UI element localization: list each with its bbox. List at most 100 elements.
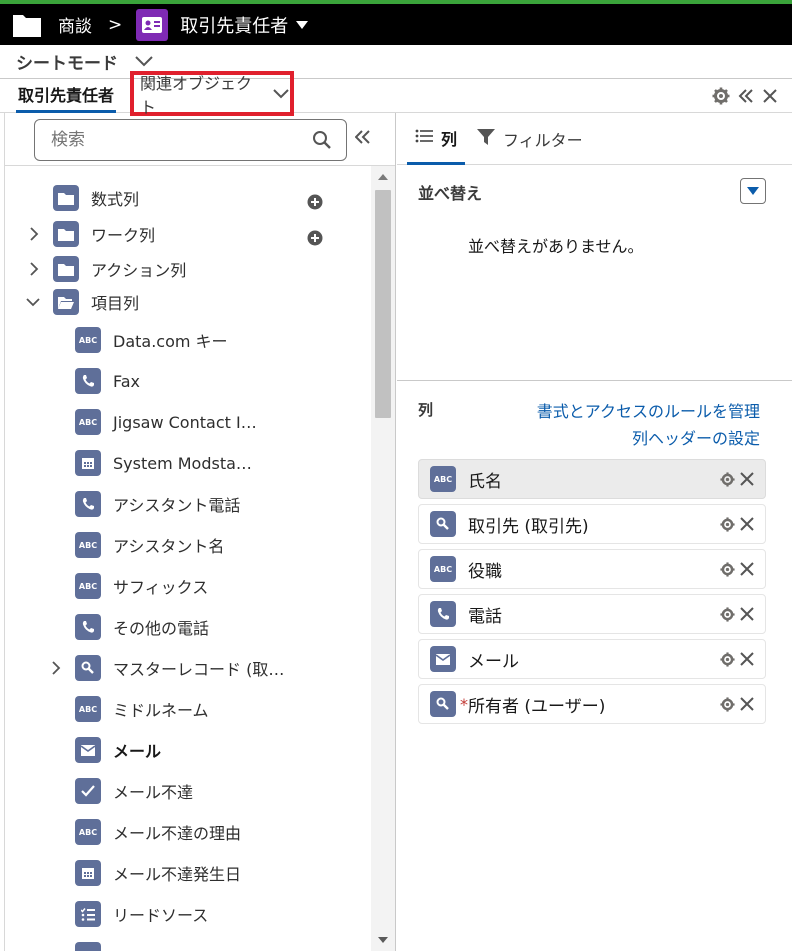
- field-label: メール不達: [113, 783, 194, 802]
- panel-tools: [712, 87, 778, 109]
- chevron-right-icon[interactable]: [27, 262, 41, 276]
- object-tabs: 取引先責任者 関連オブジェクト: [0, 71, 792, 117]
- column-label: 電話: [468, 606, 502, 627]
- phone-icon: [430, 601, 456, 627]
- column-header-settings-link[interactable]: 列ヘッダーの設定: [632, 425, 760, 449]
- gear-icon[interactable]: [720, 517, 735, 536]
- chevron-down-icon: [272, 84, 290, 103]
- tree-field-row[interactable]: ABC Data.com キー: [75, 322, 228, 358]
- tree-field-row[interactable]: ABC Jigsaw Contact I…: [75, 404, 257, 440]
- tree-field-row[interactable]: System Modsta…: [75, 445, 252, 481]
- collapse-panel-icon[interactable]: [354, 129, 371, 148]
- double-chevron-left-icon[interactable]: [738, 88, 754, 108]
- gear-icon[interactable]: [720, 697, 735, 716]
- tree-field-row[interactable]: アシスタント電話: [75, 486, 240, 522]
- column-item[interactable]: 電話: [418, 594, 766, 634]
- column-item[interactable]: ABC 氏名: [418, 459, 766, 499]
- close-icon[interactable]: [739, 651, 755, 671]
- lookup-icon: [430, 511, 456, 537]
- close-icon[interactable]: [739, 471, 755, 491]
- tree-field-row[interactable]: Fax: [75, 363, 140, 399]
- tree-field-row[interactable]: ABC サフィックス: [75, 568, 208, 604]
- close-icon[interactable]: [762, 88, 778, 108]
- close-icon[interactable]: [739, 696, 755, 716]
- abc-icon: ABC: [75, 819, 101, 845]
- tree-scrollbar[interactable]: [371, 166, 395, 951]
- scroll-up-icon[interactable]: [378, 174, 388, 180]
- gear-icon[interactable]: [720, 472, 735, 491]
- tree-group-work[interactable]: ワーク列: [53, 216, 155, 252]
- gear-icon[interactable]: [720, 562, 735, 581]
- picklist-icon: [75, 901, 101, 927]
- tree-group-label: アクション列: [91, 261, 187, 280]
- phone-icon: [75, 368, 101, 394]
- folder-icon: [53, 256, 79, 282]
- scroll-down-icon[interactable]: [378, 937, 388, 943]
- tree-group-fields[interactable]: 項目列: [53, 284, 139, 320]
- column-item[interactable]: * 所有者 (ユーザー): [418, 684, 766, 724]
- tree-field-row[interactable]: ABC ミドルネーム: [75, 691, 209, 727]
- field-tree: 数式列 ワーク列 アクション列 項目列 ABC Data.com キー Fax …: [5, 166, 371, 951]
- add-icon[interactable]: [307, 194, 323, 214]
- tab-columns[interactable]: 列: [407, 113, 466, 165]
- tree-field-row[interactable]: ABC アシスタント名: [75, 527, 224, 563]
- field-label: メール不達の理由: [113, 824, 242, 843]
- field-label: Fax: [113, 371, 141, 391]
- tab-related-objects[interactable]: 関連オブジェクト: [130, 71, 294, 117]
- tree-field-row[interactable]: その他の電話: [75, 609, 209, 645]
- filter-icon: [477, 128, 495, 150]
- sort-title: 並べ替え: [418, 184, 483, 203]
- settings-tabs: 列 フィルター: [397, 113, 792, 165]
- column-item[interactable]: ABC 役職: [418, 549, 766, 589]
- calendar-icon: [75, 860, 101, 886]
- email-icon: [430, 646, 456, 672]
- search-input[interactable]: [51, 130, 291, 150]
- gear-icon[interactable]: [712, 87, 730, 109]
- object-title[interactable]: 取引先責任者: [180, 12, 288, 38]
- breadcrumb[interactable]: 商談: [58, 12, 92, 37]
- sheet-mode-bar: シートモード: [0, 45, 792, 79]
- lookup-icon: [75, 655, 101, 681]
- tree-field-row[interactable]: ABC メール不達の理由: [75, 814, 241, 850]
- tree-field-row[interactable]: マスターレコード (取…: [75, 650, 284, 686]
- gear-icon[interactable]: [720, 607, 735, 626]
- column-item[interactable]: 取引先 (取引先): [418, 504, 766, 544]
- breadcrumb-separator: >: [108, 14, 123, 35]
- chevron-down-icon[interactable]: [26, 295, 40, 309]
- tree-group-formula[interactable]: 数式列: [53, 180, 139, 216]
- sort-dropdown-button[interactable]: [740, 178, 766, 204]
- scroll-thumb[interactable]: [375, 190, 391, 418]
- chevron-down-icon[interactable]: [134, 52, 154, 71]
- tree-group-action[interactable]: アクション列: [53, 251, 186, 287]
- field-label: メール: [113, 742, 162, 761]
- add-icon[interactable]: [307, 230, 323, 250]
- field-label: サフィックス: [113, 578, 209, 597]
- abc-icon: ABC: [75, 327, 101, 353]
- tab-contact[interactable]: 取引先責任者: [16, 79, 117, 113]
- tab-filter[interactable]: フィルター: [477, 113, 583, 165]
- column-item[interactable]: メール: [418, 639, 766, 679]
- search-icon[interactable]: [312, 130, 332, 154]
- tree-field-row[interactable]: メール: [75, 732, 161, 768]
- manage-rules-link[interactable]: 書式とアクセスのルールを管理: [537, 398, 760, 422]
- close-icon[interactable]: [739, 606, 755, 626]
- lookup-icon: [430, 691, 456, 717]
- caret-down-icon[interactable]: [296, 20, 309, 29]
- abc-icon: ABC: [430, 466, 456, 492]
- tree-field-row[interactable]: メール不達: [75, 773, 193, 809]
- tree-field-row[interactable]: リードソース: [75, 896, 208, 932]
- gear-icon[interactable]: [720, 652, 735, 671]
- chevron-right-icon[interactable]: [49, 661, 63, 675]
- field-label: リードソース: [113, 906, 209, 925]
- folder-icon: [53, 221, 79, 247]
- tree-field-row[interactable]: メール不達発生日: [75, 855, 241, 891]
- tree-group-label: 項目列: [91, 294, 140, 313]
- tree-field-row[interactable]: [75, 937, 101, 951]
- list-icon: [415, 128, 433, 147]
- close-icon[interactable]: [739, 561, 755, 581]
- sheet-mode-label[interactable]: シートモード: [16, 49, 118, 74]
- folder-icon[interactable]: [12, 12, 42, 38]
- chevron-right-icon[interactable]: [27, 227, 41, 241]
- columns-title: 列: [418, 401, 434, 419]
- close-icon[interactable]: [739, 516, 755, 536]
